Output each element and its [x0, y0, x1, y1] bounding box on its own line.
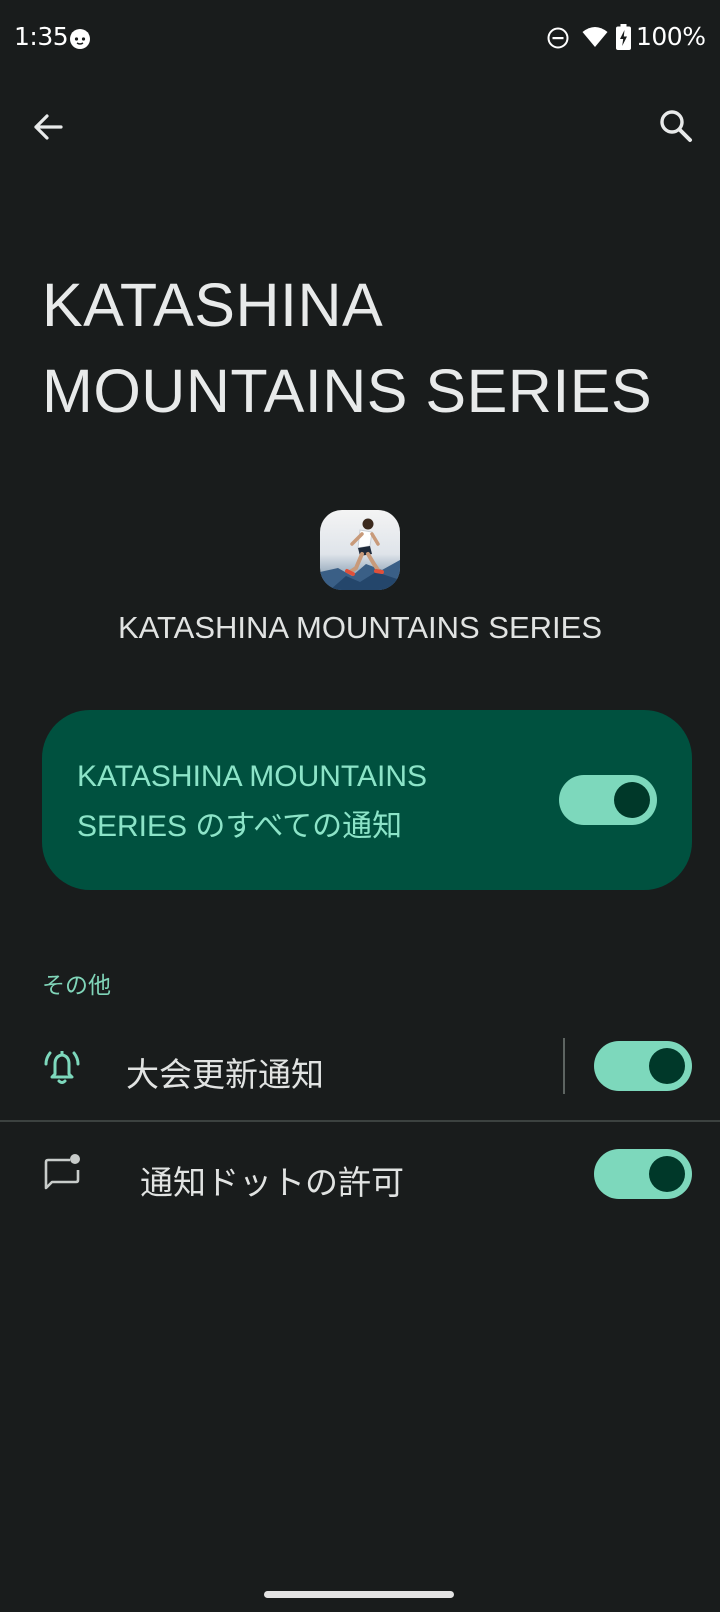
tournament-updates-switch[interactable]: [594, 1041, 692, 1091]
app-icon: [320, 510, 400, 590]
switch-thumb: [649, 1048, 685, 1084]
all-notifications-toggle-card[interactable]: KATASHINA MOUNTAINS SERIES のすべての通知: [42, 710, 692, 890]
switch-thumb: [649, 1156, 685, 1192]
all-notifications-switch[interactable]: [559, 775, 657, 825]
do-not-disturb-icon: [547, 27, 569, 49]
list-separator: [0, 1120, 720, 1122]
switch-thumb: [614, 782, 650, 818]
search-icon: [660, 110, 692, 142]
battery-percentage: 100%: [636, 22, 706, 51]
wifi-icon: [582, 27, 608, 47]
row-label-tournament-updates[interactable]: 大会更新通知: [126, 1048, 324, 1096]
app-name: KATASHINA MOUNTAINS SERIES: [117, 610, 603, 645]
notification-dot-icon: [44, 1154, 80, 1190]
section-header-other: その他: [42, 973, 111, 999]
page-title: KATASHINA MOUNTAINS SERIES: [42, 271, 653, 425]
arrow-back-icon: [34, 114, 63, 140]
status-time: 1:35: [14, 22, 69, 51]
battery-charging-icon: [616, 24, 631, 50]
notification-dot-switch[interactable]: [594, 1149, 692, 1199]
cat-notification-icon: [70, 29, 90, 49]
bell-icon: [44, 1051, 80, 1084]
gesture-nav-handle[interactable]: [264, 1591, 454, 1598]
all-notifications-label: KATASHINA MOUNTAINS SERIES のすべての通知: [77, 760, 428, 843]
search-button[interactable]: [652, 102, 702, 152]
row-label-notification-dot[interactable]: 通知ドットの許可: [140, 1156, 404, 1204]
back-button[interactable]: [24, 102, 74, 152]
row-divider: [563, 1038, 565, 1094]
